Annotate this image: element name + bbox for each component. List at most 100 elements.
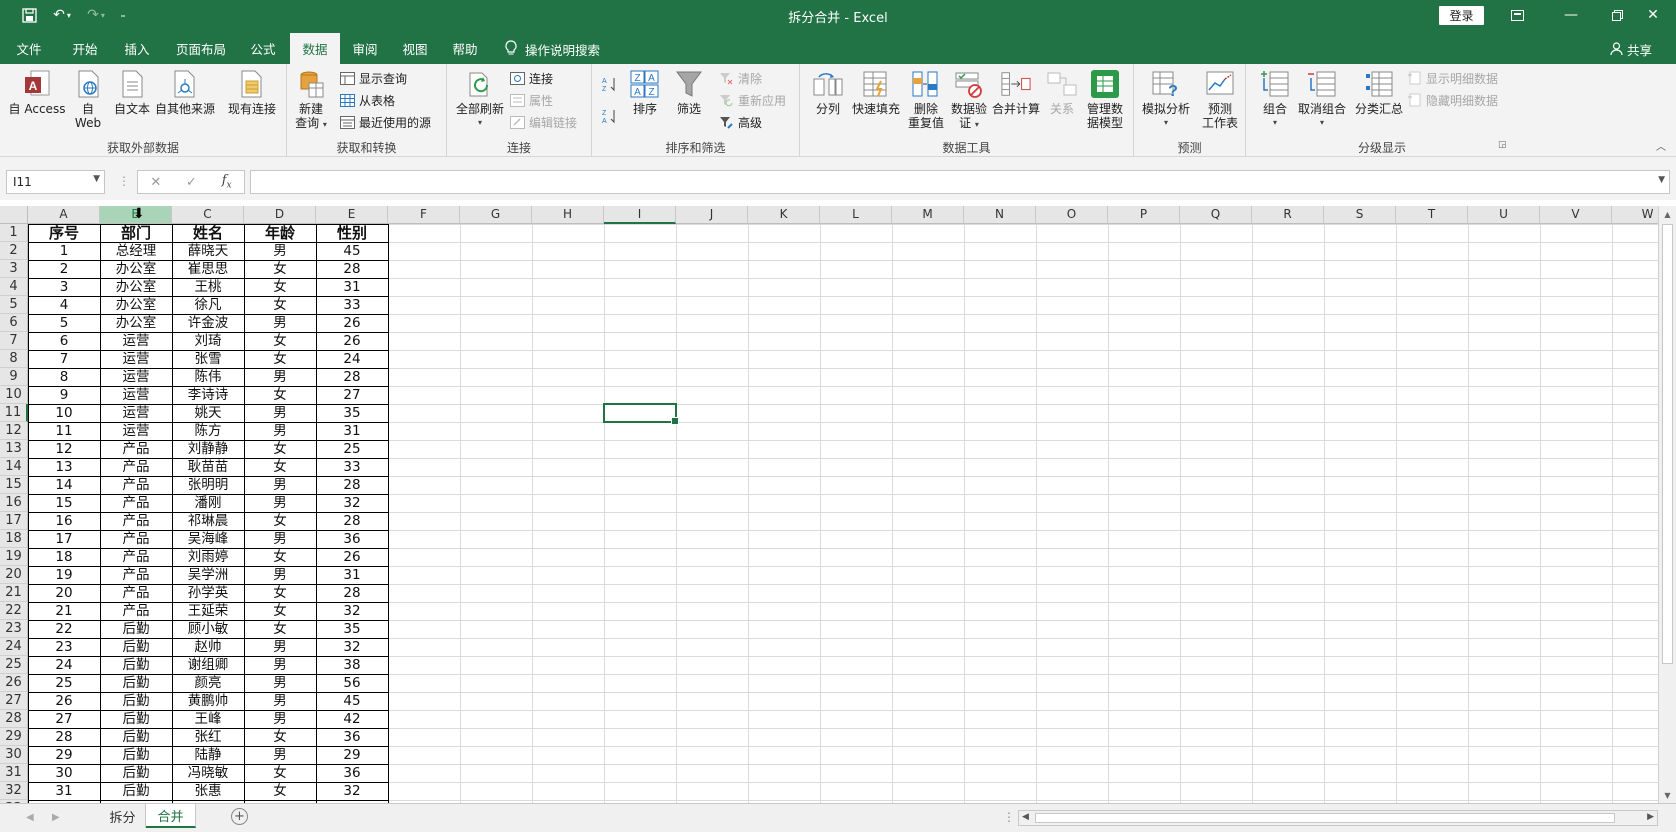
existing-connections-button[interactable]: 现有连接 — [222, 68, 282, 116]
table-cell[interactable]: 11 — [28, 422, 100, 440]
tab-file[interactable]: 文件 — [4, 34, 54, 62]
table-cell[interactable]: 4 — [28, 296, 100, 314]
consolidate-button[interactable]: 合并计算 — [990, 68, 1042, 116]
row-header[interactable]: 22 — [0, 602, 28, 620]
row-header[interactable]: 25 — [0, 656, 28, 674]
table-cell[interactable]: 产品 — [100, 458, 172, 476]
table-cell[interactable]: 32 — [316, 782, 388, 800]
row-header[interactable]: 28 — [0, 710, 28, 728]
column-header-n[interactable]: N — [964, 206, 1036, 224]
column-header-s[interactable]: S — [1324, 206, 1396, 224]
table-cell[interactable]: 31 — [28, 782, 100, 800]
row-header[interactable]: 23 — [0, 620, 28, 638]
table-cell[interactable]: 28 — [316, 260, 388, 278]
table-cell[interactable]: 刘雨婷 — [172, 548, 244, 566]
column-header-u[interactable]: U — [1468, 206, 1540, 224]
dialog-launcher-icon[interactable]: ◲ — [1498, 140, 1507, 150]
tab-formulas[interactable]: 公式 — [238, 34, 288, 62]
formula-input[interactable]: ▼ — [250, 170, 1670, 194]
column-header-e[interactable]: E — [316, 206, 388, 224]
table-cell[interactable]: 36 — [316, 764, 388, 782]
table-cell[interactable]: 张雪 — [172, 350, 244, 368]
header-cell[interactable]: 年龄 — [244, 224, 316, 242]
table-cell[interactable]: 13 — [28, 458, 100, 476]
confirm-entry-icon[interactable]: ✓ — [186, 175, 197, 190]
table-cell[interactable]: 产品 — [100, 566, 172, 584]
subtotal-button[interactable]: 分类汇总 — [1352, 68, 1406, 116]
table-cell[interactable]: 顾小敏 — [172, 620, 244, 638]
row-header[interactable]: 2 — [0, 242, 28, 260]
table-cell[interactable]: 女 — [244, 296, 316, 314]
table-cell[interactable]: 运营 — [100, 404, 172, 422]
scroll-right-icon[interactable]: ▶ — [1647, 812, 1654, 822]
table-cell[interactable]: 45 — [316, 692, 388, 710]
minimize-icon[interactable]: — — [1548, 0, 1594, 30]
column-header-j[interactable]: J — [676, 206, 748, 224]
table-cell[interactable]: 吴学洲 — [172, 566, 244, 584]
table-cell[interactable]: 后勤 — [100, 728, 172, 746]
column-header-r[interactable]: R — [1252, 206, 1324, 224]
table-cell[interactable]: 33 — [316, 458, 388, 476]
column-header-k[interactable]: K — [748, 206, 820, 224]
table-cell[interactable]: 26 — [28, 692, 100, 710]
table-cell[interactable]: 27 — [28, 710, 100, 728]
row-header[interactable]: 30 — [0, 746, 28, 764]
table-cell[interactable]: 张惠 — [172, 782, 244, 800]
show-queries-button[interactable]: 显示查询 — [339, 68, 407, 88]
table-cell[interactable]: 24 — [316, 350, 388, 368]
row-header[interactable]: 20 — [0, 566, 28, 584]
table-cell[interactable]: 后勤 — [100, 764, 172, 782]
table-cell[interactable]: 产品 — [100, 602, 172, 620]
column-header-f[interactable]: F — [388, 206, 460, 224]
row-header[interactable]: 14 — [0, 458, 28, 476]
sheet-tab-merge[interactable]: 合并 — [146, 804, 196, 828]
table-cell[interactable]: 25 — [28, 674, 100, 692]
table-cell[interactable]: 31 — [316, 278, 388, 296]
table-cell[interactable]: 男 — [244, 404, 316, 422]
column-header-c[interactable]: C — [172, 206, 244, 224]
column-header-h[interactable]: H — [532, 206, 604, 224]
row-header[interactable]: 10 — [0, 386, 28, 404]
row-header[interactable]: 8 — [0, 350, 28, 368]
table-cell[interactable]: 38 — [316, 656, 388, 674]
table-cell[interactable]: 运营 — [100, 386, 172, 404]
row-header[interactable]: 6 — [0, 314, 28, 332]
table-cell[interactable]: 李诗诗 — [172, 386, 244, 404]
next-sheet-icon[interactable]: ▶ — [52, 812, 60, 823]
what-if-analysis-button[interactable]: ? 模拟分析 ▾ — [1138, 68, 1194, 130]
row-header[interactable]: 1 — [0, 224, 28, 242]
row-header[interactable]: 26 — [0, 674, 28, 692]
table-cell[interactable]: 王延荣 — [172, 602, 244, 620]
table-cell[interactable]: 徐凡 — [172, 296, 244, 314]
header-cell[interactable]: 姓名 — [172, 224, 244, 242]
table-cell[interactable]: 35 — [316, 620, 388, 638]
table-cell[interactable]: 28 — [316, 368, 388, 386]
table-cell[interactable]: 女 — [244, 458, 316, 476]
table-cell[interactable]: 男 — [244, 710, 316, 728]
table-cell[interactable]: 张明明 — [172, 476, 244, 494]
table-cell[interactable]: 女 — [244, 782, 316, 800]
table-cell[interactable]: 36 — [316, 530, 388, 548]
text-to-columns-button[interactable]: 分列 — [812, 68, 844, 116]
table-cell[interactable]: 男 — [244, 242, 316, 260]
table-cell[interactable]: 赵帅 — [172, 638, 244, 656]
table-cell[interactable]: 31 — [316, 422, 388, 440]
table-cell[interactable]: 男 — [244, 674, 316, 692]
ribbon-display-icon[interactable] — [1494, 0, 1540, 30]
filter-button[interactable]: 筛选 — [672, 68, 706, 116]
table-cell[interactable]: 33 — [316, 296, 388, 314]
table-cell[interactable]: 2 — [28, 260, 100, 278]
table-cell[interactable]: 27 — [316, 386, 388, 404]
prev-sheet-icon[interactable]: ◀ — [26, 812, 34, 823]
table-cell[interactable]: 30 — [28, 764, 100, 782]
table-cell[interactable]: 后勤 — [100, 638, 172, 656]
table-cell[interactable]: 8 — [28, 368, 100, 386]
table-cell[interactable]: 总经理 — [100, 242, 172, 260]
table-cell[interactable]: 3 — [28, 278, 100, 296]
table-cell[interactable]: 32 — [316, 602, 388, 620]
table-cell[interactable]: 女 — [244, 728, 316, 746]
header-cell[interactable]: 部门 — [100, 224, 172, 242]
table-cell[interactable]: 女 — [244, 602, 316, 620]
table-cell[interactable]: 刘静静 — [172, 440, 244, 458]
row-header[interactable]: 32 — [0, 782, 28, 800]
